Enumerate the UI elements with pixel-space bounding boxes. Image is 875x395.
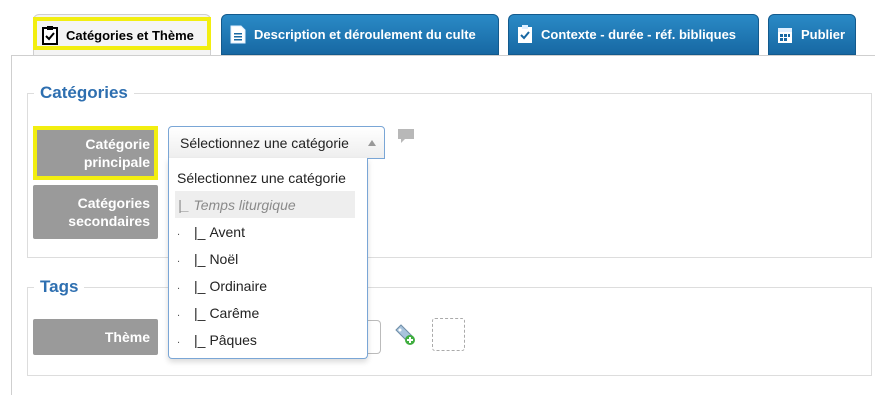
tag-add-icon[interactable] <box>394 324 416 346</box>
dropdown-option[interactable]: . |_ Avent <box>169 218 367 245</box>
dropdown-option[interactable]: . |_ Carême <box>169 299 367 326</box>
categories-legend: Catégories <box>40 83 128 102</box>
checklist-icon <box>518 25 532 43</box>
dropdown-group-option[interactable]: |_ Temps liturgique <box>175 191 355 218</box>
dropdown-option[interactable]: . |_ Pâques <box>169 326 367 353</box>
indent-dot: . <box>177 306 181 319</box>
tab-description[interactable]: Description et déroulement du culte <box>221 14 499 55</box>
indent-dot: . <box>177 252 181 265</box>
tab-label: Description et déroulement du culte <box>254 27 476 42</box>
indent-dot: . <box>177 333 181 346</box>
indent-dot: . <box>177 225 181 238</box>
theme-label: Thème <box>33 319 158 355</box>
calendar-icon <box>778 28 792 43</box>
tab-contexte[interactable]: Contexte - durée - réf. bibliques <box>508 14 759 55</box>
secondary-categories-label: Catégories secondaires <box>33 185 158 239</box>
indent-dot: . <box>177 279 181 292</box>
tab-label: Catégories et Thème <box>66 27 194 43</box>
dropdown-option[interactable]: Sélectionnez une catégorie <box>169 164 367 191</box>
tab-publier[interactable]: Publier <box>768 14 856 55</box>
checklist-icon <box>42 25 58 45</box>
main-category-label: Catégorie principale <box>33 126 158 180</box>
category-dropdown: Sélectionnez une catégorie |_ Temps litu… <box>168 158 368 359</box>
tags-legend: Tags <box>40 277 79 296</box>
select-value: Sélectionnez une catégorie <box>180 134 349 151</box>
dropdown-option[interactable]: . |_ Noël <box>169 245 367 272</box>
dropdown-option[interactable]: . |_ Ordinaire <box>169 272 367 299</box>
tab-label: Contexte - durée - réf. bibliques <box>541 27 737 42</box>
tab-categories-theme[interactable]: Catégories et Thème <box>33 14 211 55</box>
main-category-select[interactable]: Sélectionnez une catégorie <box>168 126 385 159</box>
chevron-up-icon <box>368 140 376 146</box>
tab-label: Publier <box>801 27 846 42</box>
comment-icon[interactable] <box>398 129 414 143</box>
document-icon <box>230 25 246 44</box>
tag-dropzone[interactable] <box>432 318 465 351</box>
